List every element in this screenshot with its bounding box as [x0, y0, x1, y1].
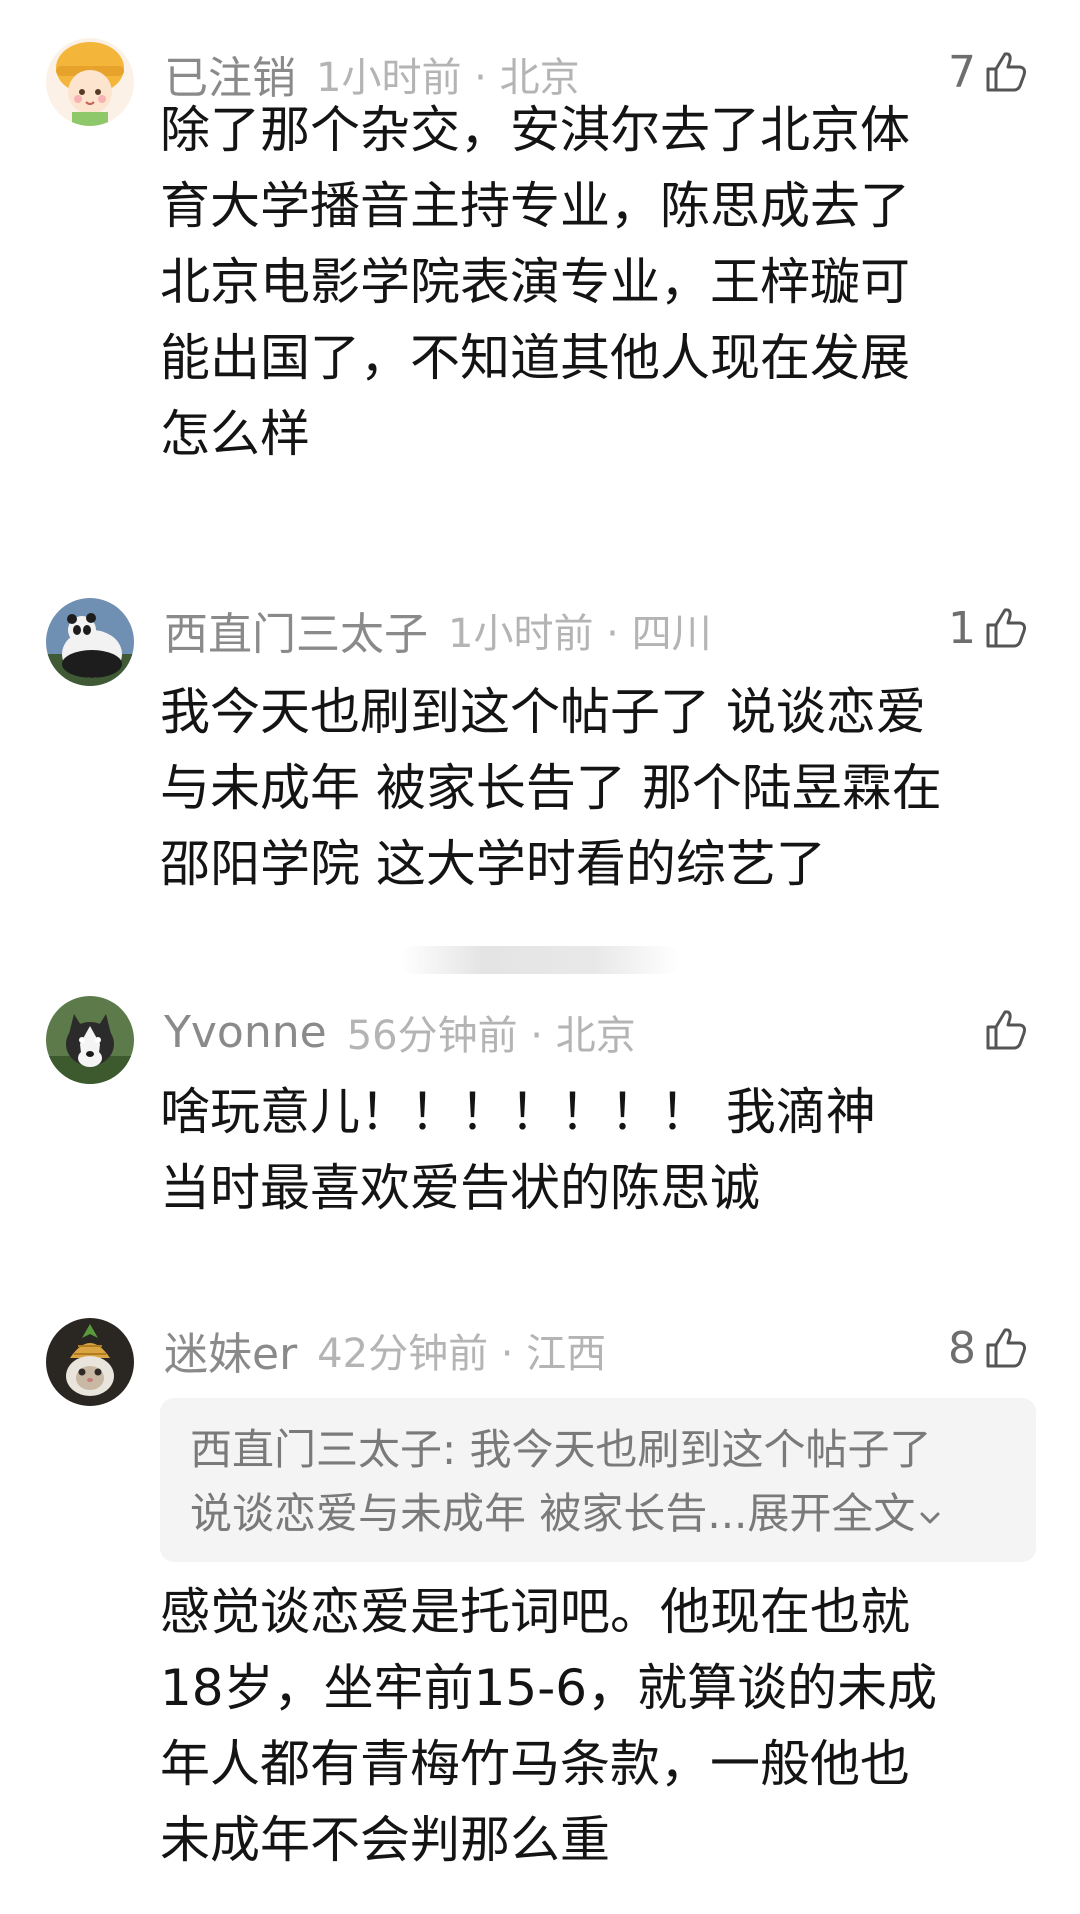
quoted-line: 说谈恋爱与未成年 被家长告...展开全文 — [190, 1482, 943, 1549]
comment-line: 怎么样 — [160, 405, 310, 463]
quoted-line: 西直门三太子: 我今天也刷到这个帖子了 — [190, 1425, 932, 1474]
comment-body: 我今天也刷到这个帖子了 说谈恋爱 与未成年 被家长告了 那个陆昱霖在 邵阳学院 … — [160, 674, 1020, 902]
comment-line: 除了那个杂交，安淇尔去了北京体 — [160, 101, 910, 159]
timestamp-location: 1小时前 · 四川 — [448, 611, 712, 657]
timestamp-location: 42分钟前 · 江西 — [317, 1331, 607, 1377]
thumbs-up-icon[interactable] — [982, 604, 1030, 652]
comment-line: 与未成年 被家长告了 那个陆昱霖在 — [160, 759, 942, 817]
comment-line: 未成年不会判那么重 — [160, 1811, 610, 1869]
comment-body: 感觉谈恋爱是托词吧。他现在也就 18岁，坐牢前15-6，就算谈的未成 年人都有青… — [160, 1574, 1020, 1878]
username[interactable]: 西直门三太子 — [164, 598, 428, 662]
comment-meta: 迷妹er 42分钟前 · 江西 — [164, 1320, 606, 1380]
expand-full-text-link[interactable]: 展开全文 — [747, 1489, 915, 1538]
like-button[interactable]: 1 — [948, 598, 1030, 658]
comment-body: 除了那个杂交，安淇尔去了北京体 育大学播音主持专业，陈思成去了 北京电影学院表演… — [160, 92, 1020, 472]
username[interactable]: 迷妹er — [164, 1318, 297, 1382]
like-count: 8 — [948, 1322, 976, 1374]
quoted-reply-text: 西直门三太子: 我今天也刷到这个帖子了 说谈恋爱与未成年 被家长告...展开全文 — [190, 1418, 943, 1549]
thumbs-up-icon[interactable] — [982, 48, 1030, 96]
thumbs-up-icon[interactable] — [982, 1006, 1030, 1054]
quoted-reply[interactable]: 西直门三太子: 我今天也刷到这个帖子了 说谈恋爱与未成年 被家长告...展开全文 — [160, 1398, 1036, 1562]
user-avatar[interactable] — [46, 996, 134, 1084]
chevron-down-icon[interactable] — [917, 1485, 943, 1549]
like-button[interactable] — [982, 1000, 1030, 1060]
user-avatar[interactable] — [46, 1318, 134, 1406]
watermark — [400, 946, 680, 974]
comment-line: 年人都有青梅竹马条款，一般他也 — [160, 1735, 910, 1793]
like-count: 7 — [948, 46, 976, 98]
comment-line: 邵阳学院 这大学时看的综艺了 — [160, 835, 826, 893]
comment-line: 能出国了，不知道其他人现在发展 — [160, 329, 910, 387]
user-avatar[interactable] — [46, 38, 134, 126]
comment-body: 啥玩意儿！！！！！！！ 我滴神 当时最喜欢爱告状的陈思诚 — [160, 1074, 1020, 1226]
comment-item: 已注销 1小时前 · 北京 7 除了那个杂交，安淇尔去了北京体 育大学播音主持专… — [0, 0, 1080, 520]
comment-line: 当时最喜欢爱告状的陈思诚 — [160, 1159, 760, 1217]
comment-meta: 西直门三太子 1小时前 · 四川 — [164, 600, 712, 660]
comment-line: 我今天也刷到这个帖子了 说谈恋爱 — [160, 683, 926, 741]
user-avatar[interactable] — [46, 598, 134, 686]
like-button[interactable]: 8 — [948, 1318, 1030, 1378]
username[interactable]: Yvonne — [164, 1007, 327, 1058]
comment-line: 18岁，坐牢前15-6，就算谈的未成 — [160, 1659, 938, 1717]
comment-line: 北京电影学院表演专业，王梓璇可 — [160, 253, 910, 311]
quoted-line-text: 说谈恋爱与未成年 被家长告... — [190, 1489, 748, 1538]
comment-line: 育大学播音主持专业，陈思成去了 — [160, 177, 910, 235]
comment-line: 感觉谈恋爱是托词吧。他现在也就 — [160, 1583, 910, 1641]
timestamp-location: 56分钟前 · 北京 — [346, 1013, 636, 1059]
like-count: 1 — [948, 602, 976, 654]
comment-meta: Yvonne 56分钟前 · 北京 — [164, 1002, 636, 1062]
comment-line: 啥玩意儿！！！！！！！ 我滴神 — [160, 1083, 876, 1141]
thumbs-up-icon[interactable] — [982, 1324, 1030, 1372]
